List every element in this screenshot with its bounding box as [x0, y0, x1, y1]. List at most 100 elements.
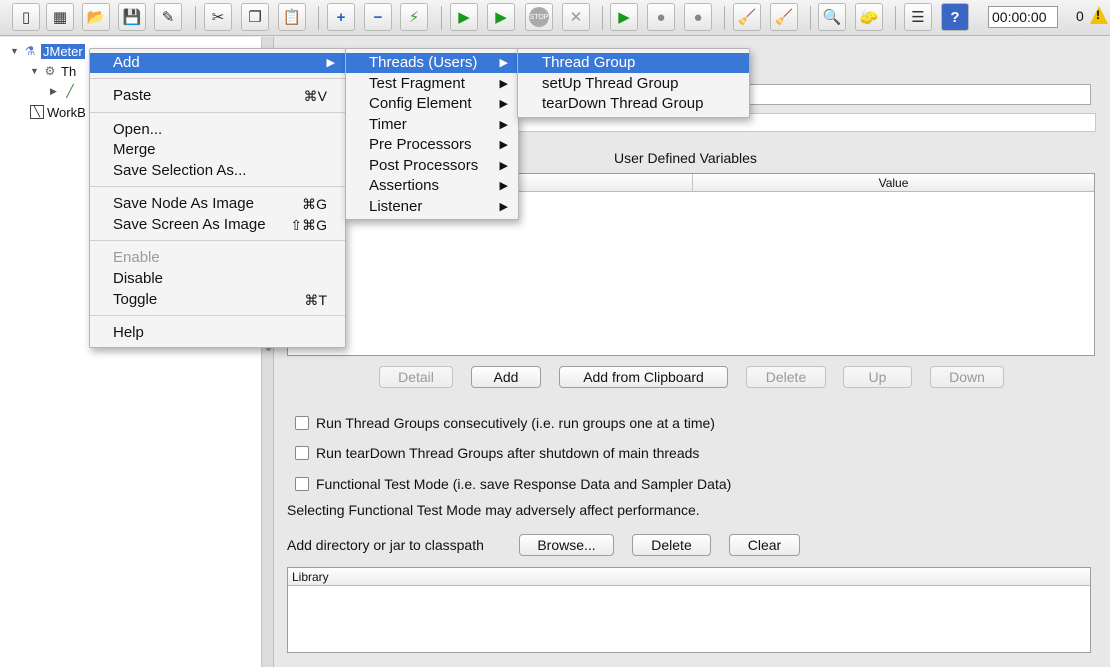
- gear-icon: ⚙: [44, 64, 56, 78]
- menu-item-disable[interactable]: Disable: [90, 269, 345, 289]
- menu-item-enable[interactable]: Enable: [90, 248, 345, 268]
- tree-node-workbench[interactable]: ╲ WorkB: [30, 103, 86, 121]
- menu-item-label: Save Screen As Image: [113, 216, 266, 233]
- clear-button[interactable]: Clear: [729, 534, 800, 556]
- start-icon[interactable]: ▶: [450, 3, 478, 31]
- teardown-checkbox[interactable]: [295, 446, 309, 460]
- menu-item-pre-processors[interactable]: Pre Processors ▶: [346, 135, 518, 155]
- templates-icon[interactable]: ▦: [46, 3, 74, 31]
- menu-separator: [90, 112, 345, 113]
- stop-icon-glyph: STOP: [529, 7, 549, 27]
- menu-item-config-element[interactable]: Config Element ▶: [346, 94, 518, 114]
- submenu-arrow-icon: ▶: [499, 201, 508, 213]
- browse-button[interactable]: Browse...: [519, 534, 614, 556]
- remote-stop-icon[interactable]: ●: [647, 3, 675, 31]
- expand-triangle-icon[interactable]: ▼: [10, 46, 22, 56]
- remote-start-icon[interactable]: ▶: [610, 3, 638, 31]
- open-icon[interactable]: 📂: [82, 3, 110, 31]
- menu-item-label: Test Fragment: [369, 75, 465, 92]
- functional-mode-option[interactable]: Functional Test Mode (i.e. save Response…: [295, 476, 731, 492]
- tree-node-label[interactable]: Th: [61, 64, 76, 79]
- up-button[interactable]: Up: [843, 366, 912, 388]
- collapse-triangle-icon[interactable]: ▶: [50, 86, 62, 97]
- toolbar-separator: [602, 6, 603, 30]
- submenu-arrow-icon: ▶: [499, 180, 508, 192]
- clear-all-icon[interactable]: 🧹: [770, 3, 798, 31]
- save-as-icon[interactable]: ✎: [154, 3, 182, 31]
- menu-item-setup-thread-group[interactable]: setUp Thread Group: [518, 74, 749, 94]
- collapse-all-icon[interactable]: −: [364, 3, 392, 31]
- tree-node-sampler[interactable]: ▶ ╱: [50, 82, 81, 100]
- reset-search-icon[interactable]: 🧽: [855, 3, 883, 31]
- menu-item-toggle[interactable]: Toggle ⌘T: [90, 290, 345, 310]
- tree-node-root[interactable]: ▼ ⚗ JMeter: [10, 42, 85, 60]
- menu-item-thread-group[interactable]: Thread Group: [518, 53, 749, 73]
- column-header-value[interactable]: Value: [693, 176, 1094, 190]
- library-header[interactable]: Library: [288, 568, 1090, 586]
- tree-node-thread-group[interactable]: ▼ ⚙ Th: [30, 62, 76, 80]
- remote-shutdown-icon[interactable]: ●: [684, 3, 712, 31]
- teardown-option[interactable]: Run tearDown Thread Groups after shutdow…: [295, 445, 699, 461]
- paste-icon[interactable]: 📋: [278, 3, 306, 31]
- add-button[interactable]: Add: [471, 366, 541, 388]
- cut-icon[interactable]: ✂: [204, 3, 232, 31]
- start-no-pauses-icon[interactable]: ▶: [487, 3, 515, 31]
- menu-separator: [90, 78, 345, 79]
- function-helper-icon[interactable]: ☰: [904, 3, 932, 31]
- pipette-icon: ╱: [66, 84, 74, 98]
- menu-item-threads-users[interactable]: Threads (Users) ▶: [346, 53, 518, 73]
- down-button[interactable]: Down: [930, 366, 1004, 388]
- toggle-icon[interactable]: ⚡: [400, 3, 428, 31]
- menu-item-label: Toggle: [113, 291, 158, 308]
- toolbar-separator: [318, 6, 319, 30]
- menu-item-save-node-image[interactable]: Save Node As Image ⌘G: [90, 194, 345, 214]
- menu-item-teardown-thread-group[interactable]: tearDown Thread Group: [518, 94, 749, 114]
- expand-triangle-icon[interactable]: ▼: [30, 66, 42, 76]
- new-icon[interactable]: ▯: [12, 3, 40, 31]
- detail-button[interactable]: Detail: [379, 366, 453, 388]
- shutdown-icon[interactable]: ✕: [562, 3, 590, 31]
- help-icon[interactable]: ?: [941, 3, 969, 31]
- menu-item-open[interactable]: Open...: [90, 120, 345, 140]
- classpath-label: Add directory or jar to classpath: [287, 537, 484, 553]
- add-from-clipboard-button[interactable]: Add from Clipboard: [559, 366, 728, 388]
- shortcut-label: ⌘T: [304, 292, 327, 308]
- menu-item-post-processors[interactable]: Post Processors ▶: [346, 156, 518, 176]
- teardown-label: Run tearDown Thread Groups after shutdow…: [316, 445, 700, 461]
- stop-icon[interactable]: STOP: [525, 3, 553, 31]
- menu-item-save-screen-image[interactable]: Save Screen As Image ⇧⌘G: [90, 215, 345, 235]
- menu-item-paste[interactable]: Paste ⌘V: [90, 86, 345, 106]
- clear-icon[interactable]: 🧹: [733, 3, 761, 31]
- toolbar: ▯ ▦ 📂 💾 ✎ ✂ ❐ 📋 + − ⚡ ▶ ▶ STOP ✕ ▶ ● ● 🧹…: [0, 0, 1110, 36]
- menu-item-label: Add: [113, 54, 140, 71]
- tree-node-label[interactable]: JMeter: [41, 43, 85, 59]
- menu-item-label: Assertions: [369, 177, 440, 194]
- menu-separator: [90, 240, 345, 241]
- search-icon[interactable]: 🔍: [818, 3, 846, 31]
- expand-all-icon[interactable]: +: [327, 3, 355, 31]
- workbench-icon: ╲: [30, 105, 44, 119]
- delete-button[interactable]: Delete: [746, 366, 826, 388]
- menu-item-add[interactable]: Add ▶: [90, 53, 345, 73]
- classpath-delete-button[interactable]: Delete: [632, 534, 711, 556]
- functional-mode-checkbox[interactable]: [295, 477, 309, 491]
- toolbar-separator: [195, 6, 196, 30]
- menu-item-timer[interactable]: Timer ▶: [346, 115, 518, 135]
- elapsed-timer: 00:00:00: [988, 6, 1058, 28]
- menu-item-assertions[interactable]: Assertions ▶: [346, 176, 518, 196]
- copy-icon[interactable]: ❐: [241, 3, 269, 31]
- submenu-arrow-icon: ▶: [499, 160, 508, 172]
- toolbar-separator: [810, 6, 811, 30]
- toolbar-separator: [441, 6, 442, 30]
- consecutive-option[interactable]: Run Thread Groups consecutively (i.e. ru…: [295, 415, 715, 431]
- menu-item-test-fragment[interactable]: Test Fragment ▶: [346, 74, 518, 94]
- consecutive-checkbox[interactable]: [295, 416, 309, 430]
- tree-node-label[interactable]: WorkB: [47, 105, 86, 120]
- library-table[interactable]: Library: [287, 567, 1091, 653]
- menu-item-help[interactable]: Help: [90, 323, 345, 343]
- save-icon[interactable]: 💾: [118, 3, 146, 31]
- menu-item-merge[interactable]: Merge: [90, 140, 345, 160]
- menu-item-listener[interactable]: Listener ▶: [346, 197, 518, 217]
- warning-icon-mark: !: [1096, 8, 1100, 22]
- menu-item-save-selection[interactable]: Save Selection As...: [90, 161, 345, 181]
